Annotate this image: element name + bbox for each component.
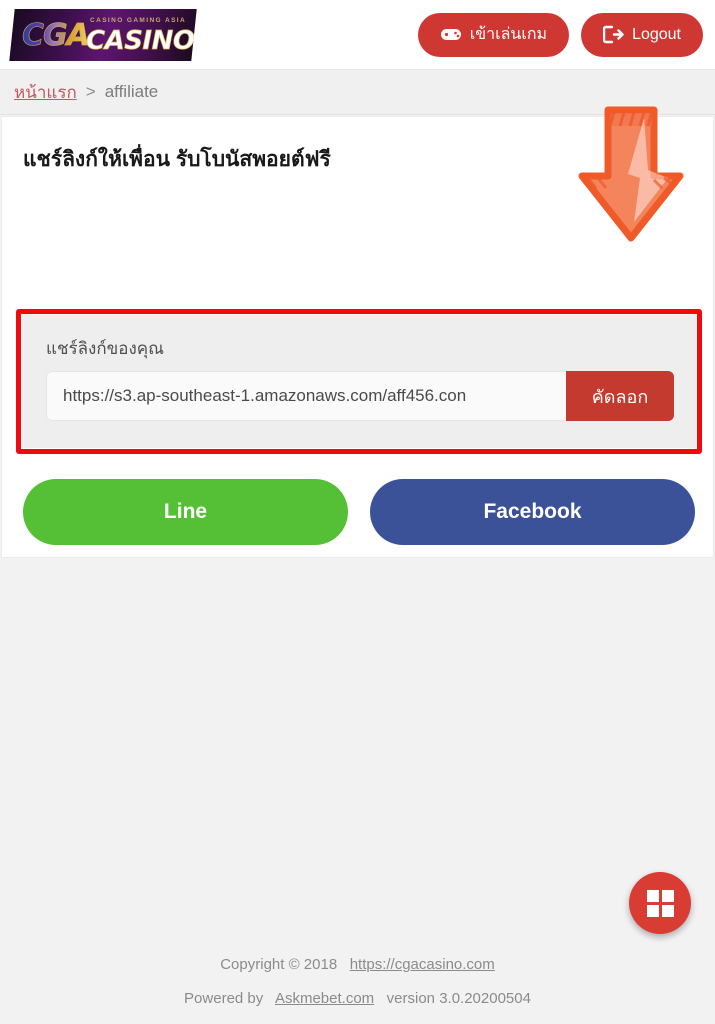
- social-share-buttons: Line Facebook: [23, 479, 695, 545]
- share-facebook-button[interactable]: Facebook: [370, 479, 695, 545]
- footer-copyright: Copyright © 2018: [220, 956, 338, 973]
- logout-label: Logout: [632, 25, 681, 43]
- logo-brand-word: CASINO: [86, 25, 195, 56]
- play-game-button[interactable]: เข้าเล่นเกม: [417, 12, 570, 57]
- site-logo[interactable]: CGA CASINO GAMING ASIA CASINO: [9, 8, 197, 61]
- breadcrumb: หน้าแรก > affiliate: [0, 70, 715, 115]
- footer-powered-by: Powered by: [184, 990, 264, 1007]
- grid-icon: [646, 889, 674, 917]
- footer-powered-line: Powered by Askmebet.com version 3.0.2020…: [0, 982, 715, 1016]
- play-game-label: เข้าเล่นเกม: [469, 26, 548, 43]
- breadcrumb-home[interactable]: หน้าแรก: [14, 79, 77, 106]
- menu-fab-button[interactable]: [629, 872, 691, 934]
- affiliate-card: แชร์ลิงก์ให้เพื่อน รับโบนัสพอยต์ฟรี แชร์…: [1, 116, 714, 558]
- copy-link-button[interactable]: คัดลอก: [566, 371, 674, 421]
- footer-copyright-line: Copyright © 2018 https://cgacasino.com: [0, 948, 715, 982]
- gamepad-icon: [440, 27, 462, 42]
- logout-button[interactable]: Logout: [581, 12, 703, 57]
- footer-version: version 3.0.20200504: [386, 990, 531, 1007]
- footer-provider-link[interactable]: Askmebet.com: [275, 990, 374, 1007]
- share-line-button[interactable]: Line: [23, 479, 348, 545]
- header-actions: เข้าเล่นเกม Logout: [417, 12, 703, 57]
- site-footer: Copyright © 2018 https://cgacasino.com P…: [0, 948, 715, 1016]
- logout-icon: [603, 25, 624, 44]
- logo-brand-mark: CGA: [22, 17, 89, 53]
- logo-tagline: CASINO GAMING ASIA: [90, 16, 187, 24]
- share-link-label: แชร์ลิงก์ของคุณ: [46, 339, 164, 358]
- share-link-input[interactable]: [46, 371, 566, 421]
- page-title: แชร์ลิงก์ให้เพื่อน รับโบนัสพอยต์ฟรี: [23, 148, 331, 171]
- affiliate-page: CGA CASINO GAMING ASIA CASINO เข้าเล่นเก…: [0, 0, 715, 1024]
- breadcrumb-current: affiliate: [104, 82, 159, 101]
- footer-site-link[interactable]: https://cgacasino.com: [350, 956, 495, 973]
- site-header: CGA CASINO GAMING ASIA CASINO เข้าเล่นเก…: [0, 0, 715, 70]
- share-link-row: คัดลอก: [46, 371, 674, 421]
- logo-inner: CGA CASINO GAMING ASIA CASINO: [12, 9, 195, 61]
- share-link-panel: แชร์ลิงก์ของคุณ คัดลอก: [22, 315, 696, 448]
- breadcrumb-separator: >: [85, 82, 96, 101]
